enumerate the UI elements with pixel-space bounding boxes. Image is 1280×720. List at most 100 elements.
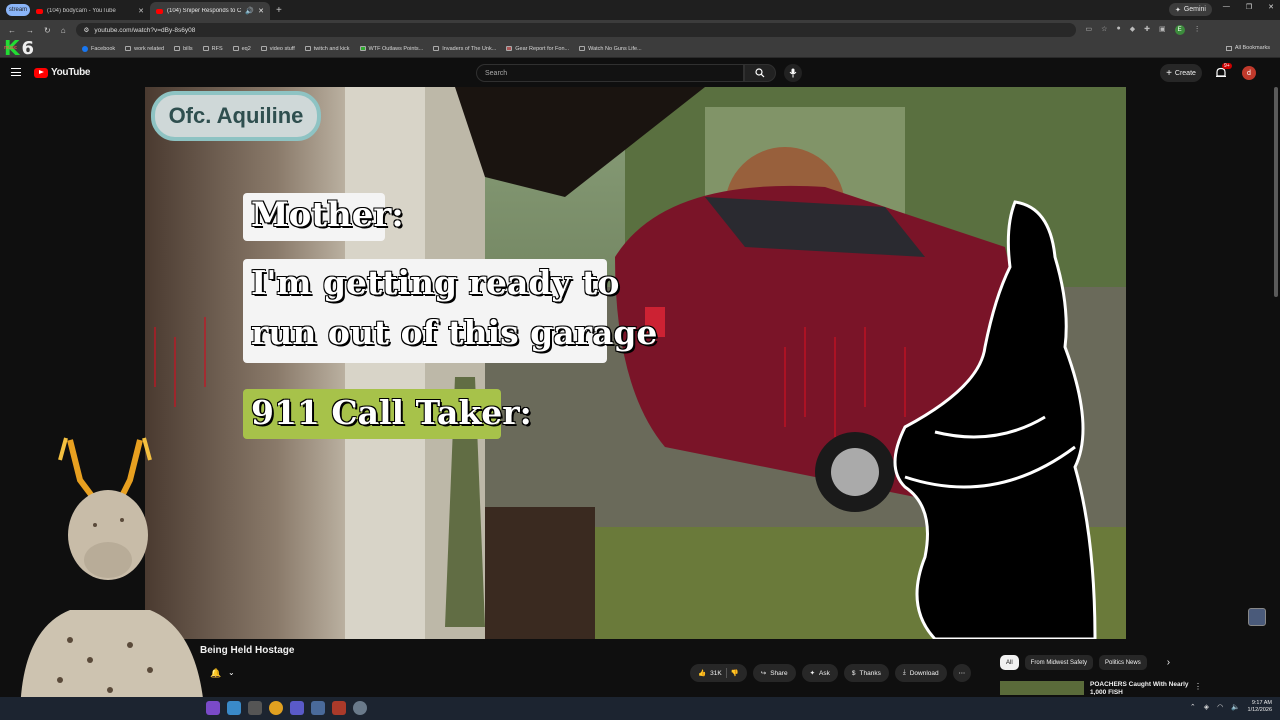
new-tab-button[interactable]: + [276,5,282,16]
app-icon[interactable] [227,701,241,715]
extensions-puzzle-icon[interactable]: ✚ [1144,25,1150,35]
app-icon[interactable] [332,701,346,715]
bookmark-folder[interactable]: work related [125,46,164,52]
url-input[interactable]: ⚙ youtube.com/watch?v=dBy-8s6y08 [75,23,1076,37]
divider [725,668,727,678]
bookmark-folder[interactable]: bills [174,45,193,52]
site-icon [579,46,586,51]
extension-badge-icon[interactable] [1248,608,1266,626]
stream-tab-group[interactable]: stream [6,4,30,16]
nav-buttons: ← → ↻ ⌂ [8,26,66,35]
recommended-thumbnail[interactable] [1000,681,1084,695]
tab-sniper[interactable]: (104) Sniper Responds to C 🔊 ✕ [150,2,270,20]
chrome-icon[interactable] [269,701,283,715]
site-icon [506,46,513,51]
bookmark-link[interactable]: Watch No Guns Life... [579,46,642,52]
video-player[interactable]: Ofc. Aquiline Mother: I'm getting ready … [145,87,1126,639]
bookmark-folder[interactable]: eq2 [232,46,251,52]
bookmark-folder[interactable]: twitch and kick [304,46,350,52]
thumbs-down-icon[interactable]: 👎 [731,669,739,677]
forward-icon[interactable]: → [26,26,34,35]
address-bar-row: ← → ↻ ⌂ ⚙ youtube.com/watch?v=dBy-8s6y08… [0,20,1280,40]
app-icon[interactable] [248,701,262,715]
bookmark-link[interactable]: Gear Report for Fon... [506,46,569,52]
ask-button[interactable]: ✦ Ask [801,664,838,682]
audio-icon[interactable]: 🔊 [245,7,254,15]
thanks-button[interactable]: $ Thanks [843,664,889,682]
minimize-button[interactable]: — [1223,3,1230,11]
chevron-up-icon[interactable]: ⌃ [1190,703,1196,711]
bookmark-folder[interactable]: RFS [202,46,223,52]
page-scrollbar[interactable] [1274,87,1278,297]
recommended-video[interactable]: POACHERS Caught With Nearly 1,000 FISH ⋮ [1000,681,1202,697]
close-tab-icon[interactable]: ✕ [138,7,144,15]
caption-speaker2: 911 Call Taker: [251,393,532,432]
side-panel-icon[interactable]: ▣ [1159,25,1166,35]
tab-bodycam[interactable]: (104) bodycam - YouTube ✕ [30,2,150,20]
user-avatar[interactable]: d [1242,66,1256,80]
thanks-label: Thanks [859,669,881,677]
folder-icon [260,46,267,51]
profile-avatar[interactable]: E [1174,25,1185,35]
recommendation-filter-chips: All From Midwest Safety Politics News › [1000,655,1170,670]
search-input[interactable]: Search [476,64,744,82]
app-icon[interactable] [311,701,325,715]
taskbar-clock[interactable]: 9:17 AM 1/12/2026 [1248,700,1272,714]
extension-icon[interactable]: ◆ [1130,25,1135,35]
bookmark-link[interactable]: WTF Outlaws Points... [359,46,423,52]
voice-search-button[interactable] [784,64,802,82]
extension-icon[interactable]: ● [1116,25,1120,35]
site-icon [433,46,440,51]
site-info-icon[interactable]: ⚙ [84,26,90,34]
gemini-button[interactable]: ✦ Gemini [1168,3,1212,16]
wifi-icon[interactable]: ◠ [1217,703,1223,711]
hamburger-menu-icon[interactable] [11,68,21,76]
app-icon[interactable] [206,701,220,715]
folder-icon [174,46,181,51]
bookmark-facebook[interactable]: Facebook [82,45,115,52]
create-button[interactable]: + Create [1160,64,1202,82]
back-icon[interactable]: ← [8,26,16,35]
os-taskbar: ⌃ ◈ ◠ 🔈 9:17 AM 1/12/2026 [0,697,1280,720]
bookmark-label: bills [183,45,193,52]
maximize-button[interactable]: ❐ [1246,3,1252,11]
browser-tab-bar: stream (104) bodycam - YouTube ✕ (104) S… [0,0,1280,20]
create-label: Create [1174,69,1196,77]
like-dislike-button[interactable]: 👍 31K 👎 [690,664,747,682]
stream-overlay-logo: music K 6 [4,36,34,60]
more-vert-icon[interactable]: ⋮ [1194,682,1202,691]
bookmark-link[interactable]: Invaders of The Unk... [433,46,496,52]
more-actions-button[interactable]: ⋯ [952,664,972,682]
share-button[interactable]: ↪ Share [752,664,796,682]
notification-count-badge: 9+ [1222,63,1232,69]
clock-time: 9:17 AM [1251,700,1272,706]
cast-icon[interactable]: ▭ [1086,25,1093,35]
youtube-logo[interactable]: YouTube [34,67,91,78]
folder-icon [304,46,311,51]
search-button[interactable] [744,64,776,82]
download-button[interactable]: ⤓ Download [894,664,947,682]
chevron-right-icon[interactable]: › [1167,657,1170,668]
recommended-title[interactable]: POACHERS Caught With Nearly 1,000 FISH [1090,681,1200,697]
all-bookmarks-button[interactable]: All Bookmarks [1225,45,1270,51]
like-count: 31K [710,669,722,677]
chip-all[interactable]: All [1000,655,1019,670]
bookmark-star-icon[interactable]: ☆ [1101,25,1107,35]
close-tab-icon[interactable]: ✕ [258,7,264,15]
browser-menu-icon[interactable]: ⋮ [1194,25,1201,35]
close-window-button[interactable]: ✕ [1268,3,1274,11]
bookmark-label: Gear Report for Fon... [515,45,570,52]
video-actions: 👍 31K 👎 ↪ Share ✦ Ask $ Thanks ⤓ Downloa… [690,664,972,682]
notification-bell-icon[interactable]: 🔔 [210,668,221,679]
chip-from-channel[interactable]: From Midwest Safety [1024,655,1094,670]
chip-politics-news[interactable]: Politics News [1099,655,1147,670]
download-label: Download [909,669,939,677]
network-icon[interactable]: ◈ [1204,703,1209,711]
chevron-down-icon[interactable]: ⌄ [228,668,235,677]
bookmark-folder[interactable]: video stuff [260,46,295,52]
app-icon[interactable] [290,701,304,715]
home-icon[interactable]: ⌂ [61,26,66,35]
settings-icon[interactable] [353,701,367,715]
volume-icon[interactable]: 🔈 [1231,703,1240,711]
reload-icon[interactable]: ↻ [44,26,51,35]
